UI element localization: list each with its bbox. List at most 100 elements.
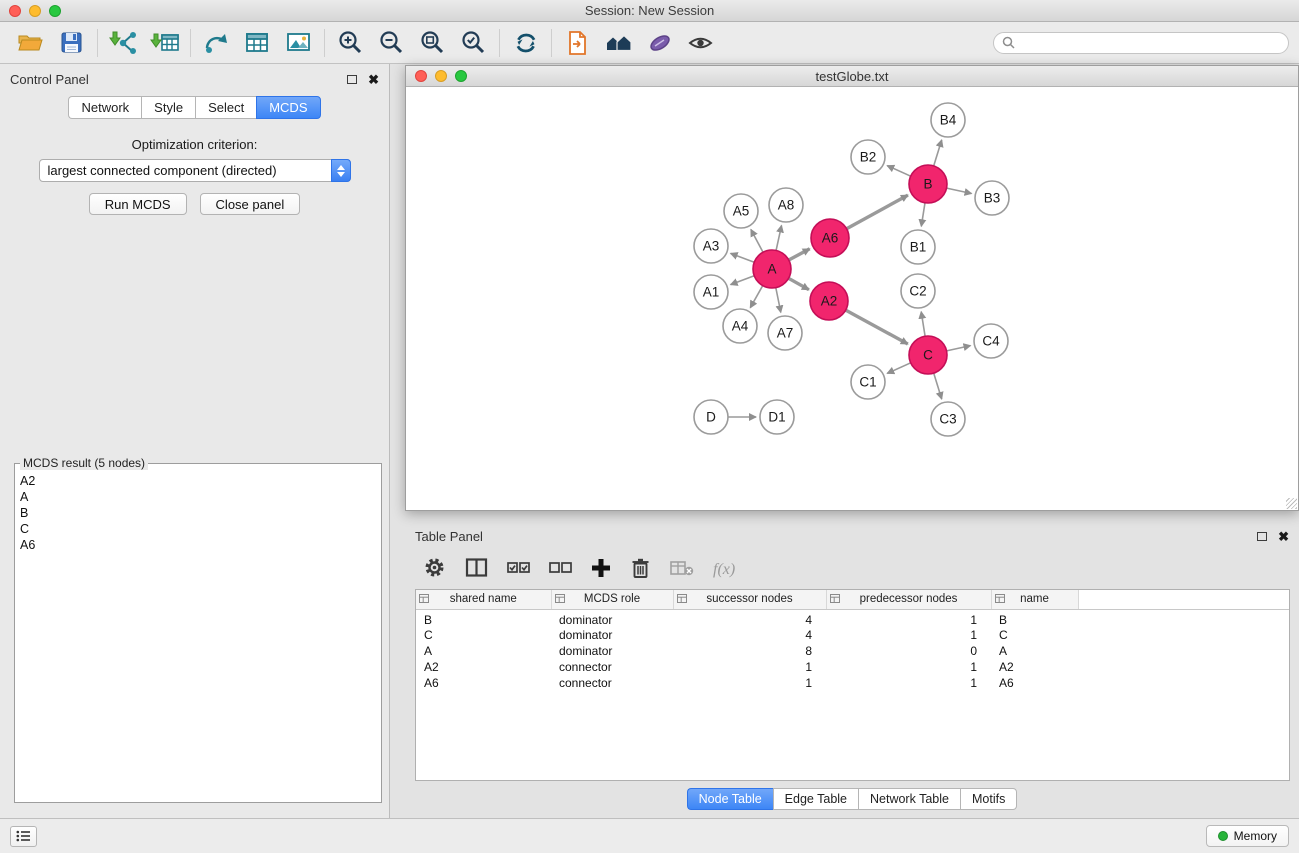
select-all-button[interactable] bbox=[507, 561, 530, 580]
table-row[interactable]: A6connector11A6 bbox=[416, 675, 1289, 691]
column-header-name[interactable]: name bbox=[991, 590, 1078, 609]
cell-predecessor-nodes[interactable]: 1 bbox=[826, 609, 991, 627]
resize-grip[interactable] bbox=[1286, 498, 1297, 509]
tab-network-table[interactable]: Network Table bbox=[858, 788, 960, 810]
edge-A-A7[interactable] bbox=[776, 288, 781, 313]
table-row[interactable]: A2connector11A2 bbox=[416, 659, 1289, 675]
cell-name[interactable]: A6 bbox=[991, 675, 1078, 691]
search-box[interactable] bbox=[993, 32, 1289, 54]
node-A8[interactable]: A8 bbox=[769, 188, 803, 222]
result-item[interactable]: A6 bbox=[20, 537, 376, 553]
edge-B-B1[interactable] bbox=[921, 203, 925, 227]
maximize-window-button[interactable] bbox=[49, 5, 61, 17]
node-C3[interactable]: C3 bbox=[931, 402, 965, 436]
edge-A-A8[interactable] bbox=[776, 226, 781, 251]
node-A2[interactable]: A2 bbox=[810, 282, 848, 320]
edge-C-C2[interactable] bbox=[921, 312, 925, 337]
node-C1[interactable]: C1 bbox=[851, 365, 885, 399]
deselect-all-button[interactable] bbox=[549, 561, 572, 580]
node-B2[interactable]: B2 bbox=[851, 140, 885, 174]
node-A5[interactable]: A5 bbox=[724, 194, 758, 228]
node-A4[interactable]: A4 bbox=[723, 309, 757, 343]
node-D1[interactable]: D1 bbox=[760, 400, 794, 434]
add-column-button[interactable] bbox=[591, 558, 611, 583]
result-item[interactable]: A2 bbox=[20, 473, 376, 489]
show-columns-button[interactable] bbox=[465, 557, 488, 583]
cell-successor-nodes[interactable]: 4 bbox=[673, 609, 826, 627]
cell-successor-nodes[interactable]: 1 bbox=[673, 659, 826, 675]
column-header-predecessor-nodes[interactable]: predecessor nodes bbox=[826, 590, 991, 609]
run-mcds-button[interactable]: Run MCDS bbox=[89, 193, 187, 215]
table-settings-button[interactable] bbox=[423, 556, 446, 584]
zoom-in-button[interactable] bbox=[330, 25, 371, 61]
cell-shared-name[interactable]: A bbox=[416, 643, 551, 659]
table-row[interactable]: Adominator80A bbox=[416, 643, 1289, 659]
tab-edge-table[interactable]: Edge Table bbox=[773, 788, 858, 810]
open-session-button[interactable] bbox=[10, 25, 51, 61]
edge-A-A3[interactable] bbox=[731, 253, 755, 262]
cell-MCDS-role[interactable]: connector bbox=[551, 659, 673, 675]
network-minimize-button[interactable] bbox=[435, 70, 447, 82]
edge-C-C3[interactable] bbox=[934, 373, 942, 399]
edge-B-B4[interactable] bbox=[934, 140, 942, 166]
delete-table-button[interactable] bbox=[670, 559, 694, 582]
cell-name[interactable]: B bbox=[991, 609, 1078, 627]
node-A[interactable]: A bbox=[753, 250, 791, 288]
table-row[interactable]: Cdominator41C bbox=[416, 627, 1289, 643]
result-item[interactable]: C bbox=[20, 521, 376, 537]
select-stepper-icon[interactable] bbox=[331, 159, 351, 182]
column-header-MCDS-role[interactable]: MCDS role bbox=[551, 590, 673, 609]
cell-predecessor-nodes[interactable]: 1 bbox=[826, 659, 991, 675]
close-table-panel-icon[interactable]: ✖ bbox=[1278, 530, 1289, 543]
new-network-table-button[interactable] bbox=[237, 25, 278, 61]
close-window-button[interactable] bbox=[9, 5, 21, 17]
tab-select[interactable]: Select bbox=[195, 96, 256, 119]
search-input[interactable] bbox=[1020, 36, 1280, 50]
node-A1[interactable]: A1 bbox=[694, 275, 728, 309]
cell-MCDS-role[interactable]: dominator bbox=[551, 627, 673, 643]
edge-A-A1[interactable] bbox=[731, 276, 755, 285]
table-row[interactable]: Bdominator41B bbox=[416, 609, 1289, 627]
edge-A-A2[interactable] bbox=[789, 278, 809, 289]
edge-A-A5[interactable] bbox=[751, 230, 763, 253]
node-C[interactable]: C bbox=[909, 336, 947, 374]
save-session-button[interactable] bbox=[51, 25, 92, 61]
tab-style[interactable]: Style bbox=[141, 96, 195, 119]
cell-predecessor-nodes[interactable]: 1 bbox=[826, 675, 991, 691]
result-item[interactable]: A bbox=[20, 489, 376, 505]
tab-mcds[interactable]: MCDS bbox=[256, 96, 320, 119]
node-A6[interactable]: A6 bbox=[811, 219, 849, 257]
edge-B-B2[interactable] bbox=[887, 166, 911, 177]
cell-shared-name[interactable]: B bbox=[416, 609, 551, 627]
node-B[interactable]: B bbox=[909, 165, 947, 203]
cell-name[interactable]: A bbox=[991, 643, 1078, 659]
cell-name[interactable]: A2 bbox=[991, 659, 1078, 675]
node-B1[interactable]: B1 bbox=[901, 230, 935, 264]
network-close-button[interactable] bbox=[415, 70, 427, 82]
show-panel-list-button[interactable] bbox=[10, 826, 37, 847]
tab-node-table[interactable]: Node Table bbox=[687, 788, 773, 810]
node-B4[interactable]: B4 bbox=[931, 103, 965, 137]
cell-successor-nodes[interactable]: 1 bbox=[673, 675, 826, 691]
edge-A6-B[interactable] bbox=[847, 195, 908, 229]
memory-button[interactable]: Memory bbox=[1206, 825, 1289, 847]
cell-MCDS-role[interactable]: dominator bbox=[551, 643, 673, 659]
zoom-selected-button[interactable] bbox=[453, 25, 494, 61]
network-graph[interactable]: AA1A2A3A4A5A6A7A8BB1B2B3B4CC1C2C3C4DD1 bbox=[406, 87, 1298, 510]
node-A7[interactable]: A7 bbox=[768, 316, 802, 350]
float-table-panel-icon[interactable] bbox=[1257, 532, 1267, 541]
tab-network[interactable]: Network bbox=[68, 96, 141, 119]
minimize-window-button[interactable] bbox=[29, 5, 41, 17]
export-image-button[interactable] bbox=[278, 25, 319, 61]
cell-predecessor-nodes[interactable]: 1 bbox=[826, 627, 991, 643]
edge-A2-C[interactable] bbox=[846, 310, 908, 344]
network-maximize-button[interactable] bbox=[455, 70, 467, 82]
cell-shared-name[interactable]: C bbox=[416, 627, 551, 643]
node-D[interactable]: D bbox=[694, 400, 728, 434]
import-network-button[interactable] bbox=[103, 25, 144, 61]
function-builder-button[interactable]: f(x) bbox=[713, 561, 735, 579]
zoom-out-button[interactable] bbox=[371, 25, 412, 61]
import-table-button[interactable] bbox=[144, 25, 185, 61]
edge-B-B3[interactable] bbox=[947, 188, 972, 193]
style-brush-button[interactable] bbox=[639, 25, 680, 61]
